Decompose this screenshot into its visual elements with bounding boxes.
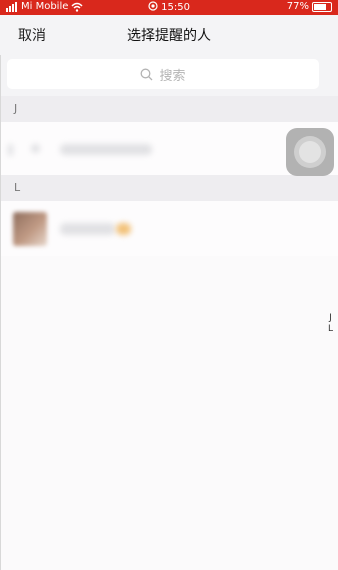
- index-bar[interactable]: J L: [328, 313, 333, 335]
- status-time: 15:50: [161, 2, 190, 13]
- section-header-l: L: [0, 175, 338, 201]
- list-item[interactable]: [0, 201, 338, 256]
- section-letter: J: [14, 102, 18, 115]
- blurred-name: [60, 144, 152, 155]
- alarm-icon: [148, 1, 158, 11]
- page-title: 选择提醒的人: [127, 28, 211, 44]
- search-input[interactable]: 搜索: [7, 59, 319, 89]
- search-placeholder: 搜索: [159, 68, 186, 84]
- blurred-avatar: [8, 144, 13, 156]
- status-right: 77%: [287, 1, 332, 12]
- search-area: 搜索: [0, 55, 338, 96]
- blurred-content: [31, 144, 40, 153]
- nav-bar: 取消 选择提醒的人: [0, 15, 338, 55]
- assistive-touch-dot: [299, 141, 321, 163]
- battery-icon: [312, 1, 332, 12]
- section-header-j: J: [0, 96, 338, 122]
- section-letter: L: [14, 181, 21, 194]
- battery-percent: 77%: [286, 1, 309, 12]
- avatar: [13, 212, 47, 246]
- assistive-touch-icon[interactable]: [286, 128, 334, 176]
- search-icon: [141, 68, 153, 80]
- index-letter-j[interactable]: J: [328, 313, 333, 324]
- blurred-badge: [116, 223, 131, 235]
- blurred-name: [60, 223, 115, 235]
- divider: [0, 55, 1, 570]
- index-letter-l[interactable]: L: [328, 324, 333, 335]
- status-bar: Mi Mobile 15:50 77%: [0, 0, 338, 15]
